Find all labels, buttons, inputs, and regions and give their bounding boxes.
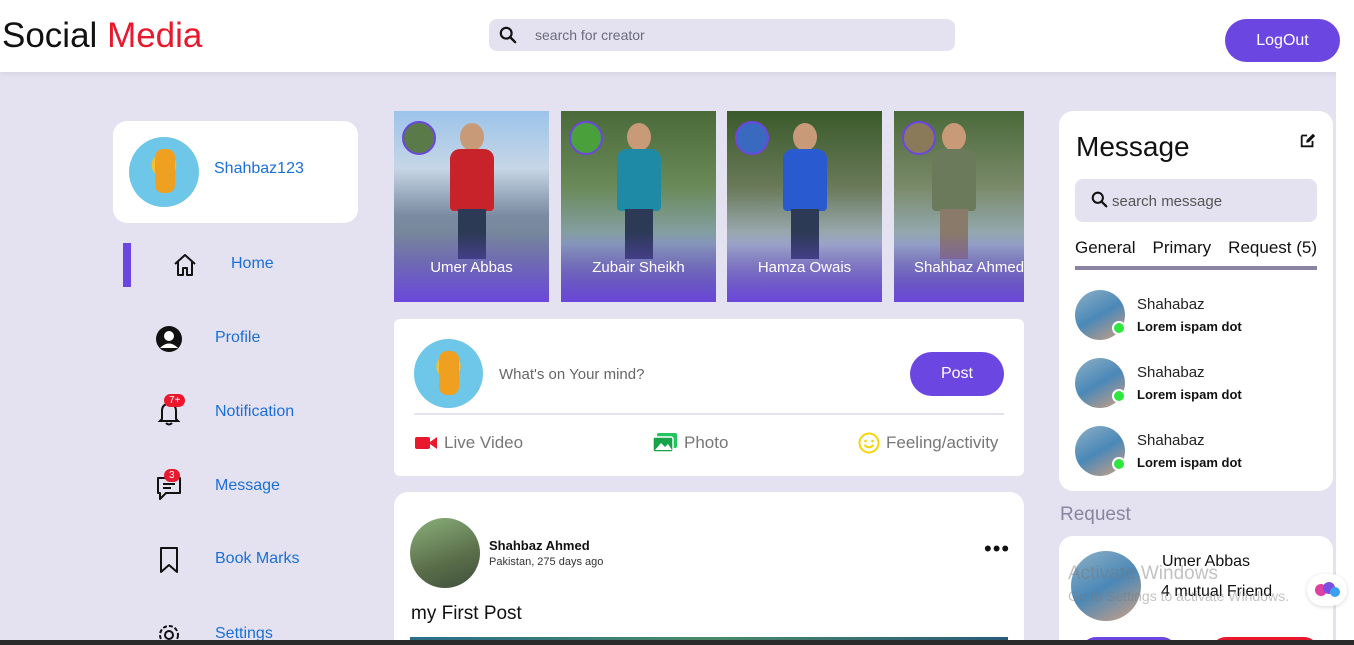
live-video-button[interactable]: Live Video <box>414 431 523 455</box>
avatar[interactable] <box>410 518 480 588</box>
message-sender: Shahabaz <box>1137 432 1205 449</box>
sidebar-item-label: Notification <box>215 403 295 420</box>
tab-general[interactable]: General <box>1075 238 1135 266</box>
post-text: my First Post <box>411 603 522 624</box>
post-composer: Post Live Video Photo Feeling/activity <box>394 319 1024 476</box>
feed-post: Shahbaz Ahmed Pakistan, 275 days ago •••… <box>394 492 1024 645</box>
messages-title: Message <box>1076 131 1190 162</box>
photo-icon <box>652 433 677 453</box>
activation-watermark: Activate Windows <box>1068 563 1218 584</box>
active-indicator <box>123 243 131 287</box>
sidebar-item-home[interactable]: Home <box>150 243 370 287</box>
message-item[interactable]: Shahabaz Lorem ispam dot <box>1075 426 1317 478</box>
message-sender: Shahabaz <box>1137 364 1205 381</box>
message-search <box>1075 179 1317 222</box>
online-indicator <box>1112 321 1126 335</box>
sidebar-item-profile[interactable]: Profile <box>150 317 370 361</box>
brand-part2: Media <box>107 16 203 55</box>
notification-badge: 7+ <box>164 394 186 407</box>
story-avatar <box>902 121 936 155</box>
message-preview: Lorem ispam dot <box>1137 455 1242 470</box>
post-input[interactable] <box>499 363 799 385</box>
avatar <box>414 339 483 408</box>
taskbar <box>0 640 1354 645</box>
post-meta: Pakistan, 275 days ago <box>489 556 604 568</box>
divider <box>414 413 1004 415</box>
story-avatar <box>735 121 769 155</box>
top-nav: Social Media LogOut <box>0 0 1354 72</box>
story-avatar <box>569 121 603 155</box>
message-badge: 3 <box>164 469 180 482</box>
feeling-button[interactable]: Feeling/activity <box>858 431 998 455</box>
story-card[interactable]: Zubair Sheikh <box>561 111 716 302</box>
online-indicator <box>1112 457 1126 471</box>
brand-logo[interactable]: Social Media <box>2 16 202 56</box>
sidebar-item-message[interactable]: 3 Message <box>150 465 370 509</box>
story-card[interactable]: Umer Abbas <box>394 111 549 302</box>
sidebar-item-label: Home <box>231 255 274 272</box>
sidebar-item-notification[interactable]: 7+ Notification <box>150 391 370 435</box>
video-icon <box>415 437 437 449</box>
edit-icon[interactable] <box>1299 131 1317 149</box>
search-icon <box>499 26 517 44</box>
story-name: Hamza Owais <box>757 259 852 276</box>
sidebar-item-label: Book Marks <box>215 550 300 567</box>
action-label: Feeling/activity <box>886 433 999 452</box>
logout-button[interactable]: LogOut <box>1225 19 1340 62</box>
message-tabs: General Primary Request (5) <box>1075 238 1317 270</box>
sidebar-item-bookmarks[interactable]: Book Marks <box>150 538 370 582</box>
profile-card[interactable]: Shahbaz123 <box>113 121 358 223</box>
message-item[interactable]: Shahabaz Lorem ispam dot <box>1075 358 1317 410</box>
avatar <box>129 137 199 207</box>
sidebar-item-label: Message <box>215 477 280 494</box>
post-author[interactable]: Shahbaz Ahmed <box>489 538 590 553</box>
message-preview: Lorem ispam dot <box>1137 387 1242 402</box>
story-card[interactable]: Shahbaz Ahmed <box>894 111 1024 302</box>
home-icon <box>166 249 204 281</box>
sidebar-item-label: Profile <box>215 329 261 346</box>
post-button[interactable]: Post <box>910 352 1004 396</box>
tab-primary[interactable]: Primary <box>1153 238 1212 266</box>
messages-panel: Message General Primary Request (5) Shah… <box>1059 111 1333 491</box>
more-options-icon[interactable]: ••• <box>984 538 1010 560</box>
message-item[interactable]: Shahabaz Lorem ispam dot <box>1075 290 1317 342</box>
story-card[interactable]: Hamza Owais <box>727 111 882 302</box>
action-label: Photo <box>684 433 729 452</box>
story-name: Umer Abbas <box>430 259 513 276</box>
user-icon <box>150 323 188 355</box>
story-name: Shahbaz Ahmed <box>914 259 1024 276</box>
creator-search <box>489 19 955 51</box>
avatar[interactable] <box>1071 551 1141 621</box>
tab-request[interactable]: Request (5) <box>1228 238 1317 266</box>
floating-app-icon[interactable] <box>1307 574 1347 606</box>
photo-button[interactable]: Photo <box>652 431 728 455</box>
story-avatar <box>402 121 436 155</box>
story-name: Zubair Sheikh <box>592 259 685 276</box>
search-input[interactable] <box>535 25 935 45</box>
bookmark-icon <box>150 544 188 576</box>
profile-username: Shahbaz123 <box>214 160 304 177</box>
brand-part1: Social <box>2 16 98 55</box>
message-sender: Shahabaz <box>1137 296 1205 313</box>
online-indicator <box>1112 389 1126 403</box>
smile-icon <box>858 432 880 454</box>
action-label: Live Video <box>444 433 524 452</box>
search-icon <box>1091 191 1108 208</box>
page-scrollbar[interactable] <box>1336 62 1354 645</box>
message-preview: Lorem ispam dot <box>1137 319 1242 334</box>
message-search-input[interactable] <box>1112 191 1302 211</box>
requests-title: Request <box>1060 504 1131 525</box>
activation-watermark-sub: Go to Settings to activate Windows. <box>1068 588 1289 604</box>
